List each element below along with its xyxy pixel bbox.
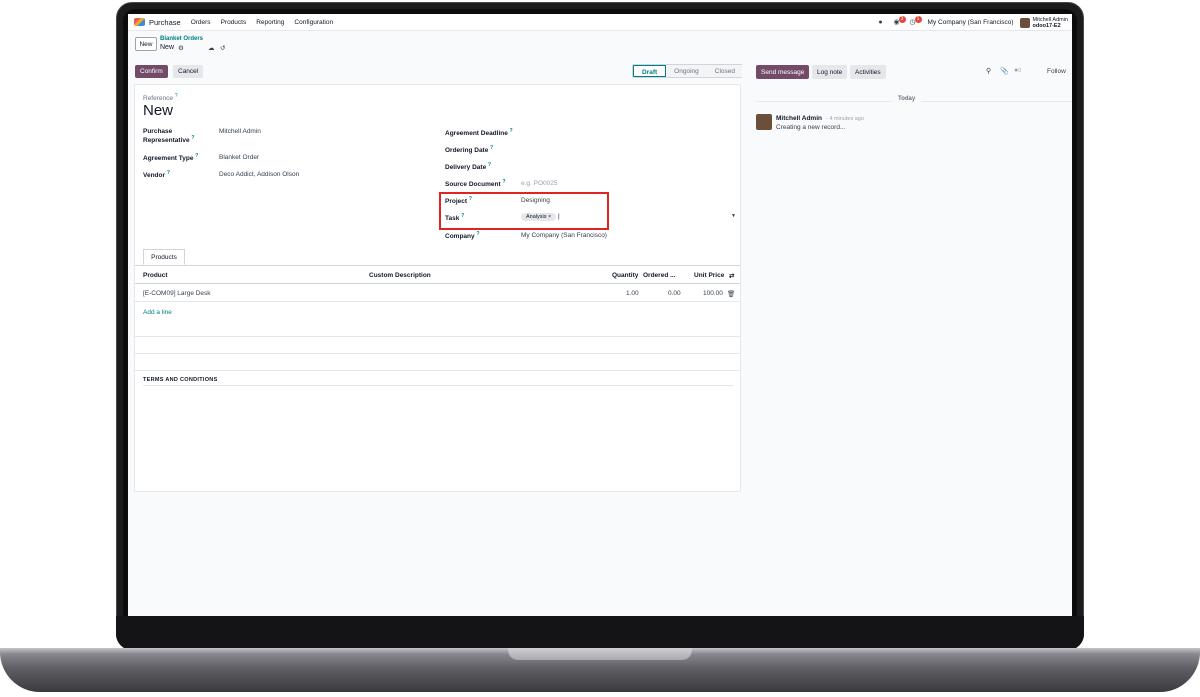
control-panel: New Blanket Orders New ⚙ ☁ ↺ <box>128 31 1072 61</box>
terms-heading: TERMS AND CONDITIONS <box>143 377 218 383</box>
menu-products[interactable]: Products <box>221 19 247 26</box>
menu-configuration[interactable]: Configuration <box>294 19 333 26</box>
row-unit-price[interactable]: 100.00 <box>703 290 723 297</box>
status-closed[interactable]: Closed <box>707 65 743 77</box>
chevron-down-icon[interactable]: ▼ <box>731 213 736 219</box>
column-product[interactable]: Product <box>143 272 168 279</box>
add-line-link[interactable]: Add a line <box>143 309 172 316</box>
confirm-button[interactable]: Confirm <box>135 65 168 78</box>
company-label: Company ? <box>445 231 480 241</box>
agreement-deadline-label: Agreement Deadline ? <box>445 128 513 138</box>
table-divider <box>135 370 740 371</box>
chat-icon[interactable]: ◉ 3 <box>892 15 906 28</box>
company-field[interactable]: My Company (San Francisco) <box>521 232 607 239</box>
trash-icon[interactable]: 🗑 <box>727 290 735 298</box>
source-document-label: Source Document ? <box>445 179 506 189</box>
form-action-bar: Confirm Cancel Draft Ongoing Closed <box>128 62 744 82</box>
tab-products[interactable]: Products <box>143 249 185 265</box>
message-time: - 4 minutes ago <box>826 116 864 122</box>
status-bar: Draft Ongoing Closed <box>632 64 744 78</box>
settings-icon[interactable]: ⚙ <box>178 44 184 52</box>
chatter-panel: Send message Log note Activities ⚲ 📎 ●0 … <box>742 62 1072 616</box>
navbar-systray: ● ◉ 3 ◷ 1 My Company (San Francisco) Mitch… <box>870 14 1068 31</box>
undo-icon[interactable]: ↺ <box>220 44 225 52</box>
followers-icon[interactable]: ●0 <box>1014 67 1021 74</box>
bug-icon[interactable]: ● <box>876 18 886 28</box>
highlight-box <box>439 192 609 230</box>
breadcrumb[interactable]: Blanket Orders <box>160 36 203 42</box>
status-draft[interactable]: Draft <box>633 65 667 77</box>
app-name[interactable]: Purchase <box>149 18 181 27</box>
page-title[interactable]: New <box>143 102 173 119</box>
top-navbar: Purchase Orders Products Reporting Confi… <box>128 14 1072 31</box>
message-body: Creating a new record... <box>776 124 846 131</box>
column-settings-icon[interactable]: ⇄ <box>729 272 734 280</box>
menu-orders[interactable]: Orders <box>191 19 211 26</box>
source-document-field[interactable]: e.g. PO0025 <box>521 180 558 187</box>
purchase-rep-field[interactable]: Mitchell Admin <box>219 128 261 135</box>
avatar[interactable] <box>756 114 772 130</box>
screen: Purchase Orders Products Reporting Confi… <box>128 14 1072 616</box>
agreement-type-field[interactable]: Blanket Order <box>219 154 259 161</box>
cancel-button[interactable]: Cancel <box>173 65 204 78</box>
column-description[interactable]: Custom Description <box>369 272 431 279</box>
vendor-label: Vendor ? <box>143 170 170 180</box>
activities-button[interactable]: Activities <box>850 65 886 79</box>
user-name: Mitchell Admin <box>1032 16 1068 23</box>
message-author[interactable]: Mitchell Admin <box>776 115 822 122</box>
tab-divider <box>135 265 740 266</box>
company-switcher[interactable]: My Company (San Francisco) <box>928 19 1014 26</box>
app-menu-icon[interactable] <box>134 18 145 26</box>
new-button[interactable]: New <box>135 37 157 51</box>
table-divider <box>135 336 740 337</box>
paperclip-icon[interactable]: 📎 <box>1000 67 1009 75</box>
terms-divider <box>143 385 733 386</box>
row-product[interactable]: [E-COM09] Large Desk <box>143 290 211 297</box>
reference-label: Reference ? <box>143 93 178 103</box>
vendor-field[interactable]: Deco Addict, Addison Olson <box>219 171 299 178</box>
log-note-button[interactable]: Log note <box>812 65 848 79</box>
table-header: Product Custom Description Quantity Orde… <box>135 268 740 284</box>
avatar[interactable] <box>1019 17 1030 28</box>
clock-icon[interactable]: ◷ 1 <box>908 15 922 28</box>
column-unit-price[interactable]: Unit Price <box>694 272 724 279</box>
table-row[interactable]: [E-COM09] Large Desk 1.00 0.00 100.00 🗑 <box>135 285 740 302</box>
laptop-notch <box>508 648 692 660</box>
cloud-save-icon[interactable]: ☁ <box>208 44 215 52</box>
messages-badge: 3 <box>898 15 906 23</box>
activities-badge: 1 <box>914 15 922 23</box>
column-quantity[interactable]: Quantity <box>612 272 638 279</box>
send-message-button[interactable]: Send message <box>756 65 810 79</box>
purchase-rep-label: Purchase Representative ? <box>143 128 195 145</box>
breadcrumb-current: New <box>160 44 175 51</box>
database-name: odoo17-E2 <box>1032 22 1061 29</box>
ordering-date-label: Ordering Date ? <box>445 145 494 155</box>
date-separator: Today <box>892 96 922 102</box>
status-ongoing[interactable]: Ongoing <box>666 65 707 77</box>
column-ordered[interactable]: Ordered ... <box>643 272 676 279</box>
form-sheet: Reference ? New Purchase Representative ?… <box>134 84 741 492</box>
agreement-type-label: Agreement Type ? <box>143 153 199 163</box>
row-ordered[interactable]: 0.00 <box>668 290 681 297</box>
row-quantity[interactable]: 1.00 <box>626 290 639 297</box>
delivery-date-label: Delivery Date ? <box>445 162 492 172</box>
table-divider <box>135 353 740 354</box>
menu-reporting[interactable]: Reporting <box>256 19 284 26</box>
follow-button[interactable]: Follow <box>1047 68 1066 75</box>
search-icon[interactable]: ⚲ <box>986 67 991 75</box>
laptop-bezel <box>116 616 1084 650</box>
user-menu[interactable]: Mitchell Admin odoo17-E2 <box>1033 17 1068 29</box>
